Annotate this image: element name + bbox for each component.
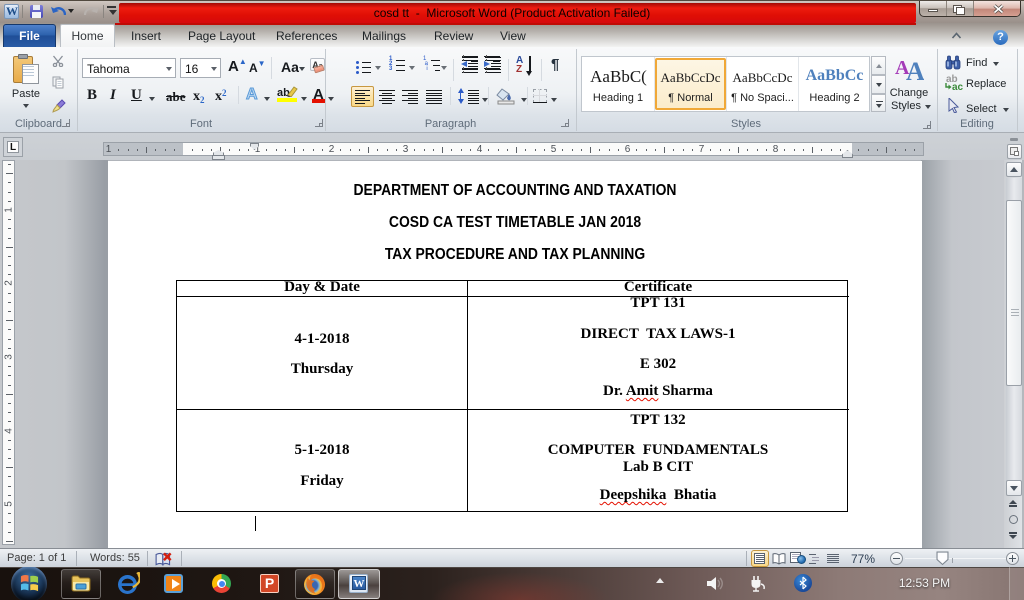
svg-text:A: A (906, 57, 924, 82)
